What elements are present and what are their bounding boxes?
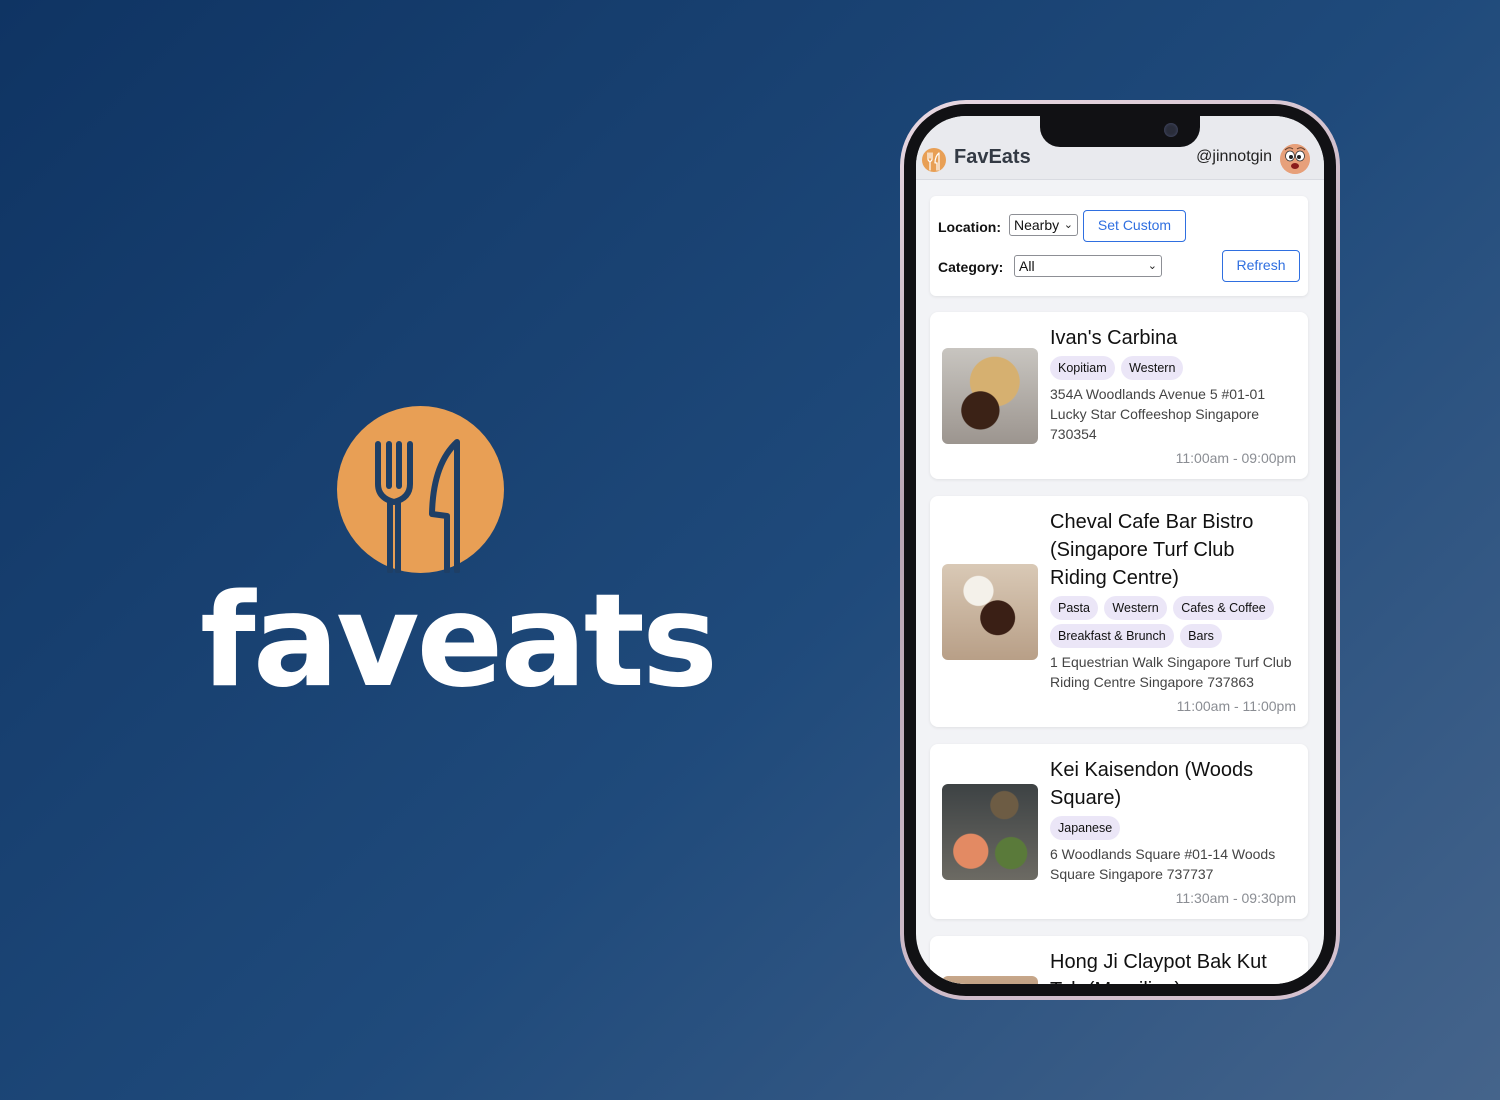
restaurant-address: 6 Woodlands Square #01-14 Woods Square S… xyxy=(1050,846,1276,882)
restaurant-photo[interactable] xyxy=(942,564,1038,660)
cuisine-tag: Western xyxy=(1121,356,1184,380)
cuisine-tag: Bars xyxy=(1180,624,1222,648)
cuisine-tag: Breakfast & Brunch xyxy=(1050,624,1174,648)
tag-list: Pasta Western Cafes & Coffee Breakfast &… xyxy=(1050,596,1300,652)
set-custom-button[interactable]: Set Custom xyxy=(1083,210,1186,242)
app-title[interactable]: FavEats xyxy=(954,146,1031,169)
restaurant-card[interactable]: Ivan's Carbina Kopitiam Western 354A Woo… xyxy=(930,312,1308,479)
phone-bezel: FavEats @jinnotgin Location: Nearby ⌄ Se… xyxy=(904,104,1336,996)
restaurant-photo[interactable] xyxy=(942,348,1038,444)
faveats-wordmark: faveats xyxy=(200,567,718,716)
restaurant-name[interactable]: Kei Kaisendon (Woods Square) xyxy=(1050,756,1296,812)
restaurant-card[interactable]: Hong Ji Claypot Bak Kut Teh (Marsiling) xyxy=(930,936,1308,984)
opening-hours: 11:00am - 11:00pm xyxy=(1176,698,1296,714)
cuisine-tag: Kopitiam xyxy=(1050,356,1115,380)
camera-icon xyxy=(1164,123,1178,137)
opening-hours: 11:30am - 09:30pm xyxy=(1175,890,1296,906)
phone-frame: FavEats @jinnotgin Location: Nearby ⌄ Se… xyxy=(900,100,1340,1000)
tag-list: Kopitiam Western xyxy=(1050,356,1300,384)
category-select[interactable]: All ⌄ xyxy=(1014,255,1162,277)
refresh-button[interactable]: Refresh xyxy=(1222,250,1300,282)
avatar-face-icon[interactable] xyxy=(1280,144,1310,174)
restaurant-name[interactable]: Ivan's Carbina xyxy=(1050,324,1296,352)
location-label: Location: xyxy=(938,219,1001,235)
chevron-down-icon: ⌄ xyxy=(1147,260,1157,272)
category-label: Category: xyxy=(938,259,1004,275)
cuisine-tag: Cafes & Coffee xyxy=(1173,596,1274,620)
phone-notch xyxy=(1040,116,1200,147)
restaurant-address: 1 Equestrian Walk Singapore Turf Club Ri… xyxy=(1050,654,1292,690)
cuisine-tag: Western xyxy=(1104,596,1167,620)
faveats-logo-icon xyxy=(337,406,504,573)
restaurant-address: 354A Woodlands Avenue 5 #01-01 Lucky Sta… xyxy=(1050,386,1266,442)
app-logo-icon[interactable] xyxy=(922,148,946,172)
phone-screen: FavEats @jinnotgin Location: Nearby ⌄ Se… xyxy=(916,116,1324,984)
filter-panel: Location: Nearby ⌄ Set Custom Category: … xyxy=(930,196,1308,296)
cuisine-tag: Japanese xyxy=(1050,816,1121,840)
restaurant-photo[interactable] xyxy=(942,976,1038,984)
location-select-value: Nearby xyxy=(1014,217,1060,233)
restaurant-card[interactable]: Cheval Cafe Bar Bistro (Singapore Turf C… xyxy=(930,496,1308,727)
opening-hours: 11:00am - 09:00pm xyxy=(1175,450,1296,466)
cuisine-tag: Pasta xyxy=(1050,596,1098,620)
category-select-value: All xyxy=(1019,258,1035,274)
restaurant-name[interactable]: Hong Ji Claypot Bak Kut Teh (Marsiling) xyxy=(1050,948,1296,984)
restaurant-card[interactable]: Kei Kaisendon (Woods Square) Japanese 6 … xyxy=(930,744,1308,919)
restaurant-name[interactable]: Cheval Cafe Bar Bistro (Singapore Turf C… xyxy=(1050,508,1296,592)
tag-list: Japanese xyxy=(1050,816,1300,844)
location-select[interactable]: Nearby ⌄ xyxy=(1009,214,1078,236)
chevron-down-icon: ⌄ xyxy=(1063,219,1073,231)
username-label[interactable]: @jinnotgin xyxy=(1196,148,1272,166)
restaurant-photo[interactable] xyxy=(942,784,1038,880)
